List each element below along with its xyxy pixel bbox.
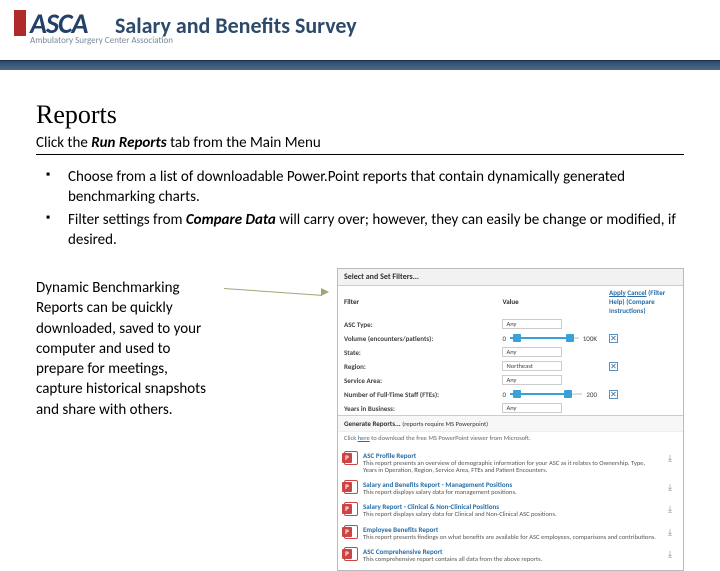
- volume-slider[interactable]: [510, 333, 579, 343]
- report-desc: This comprehensive report contains all d…: [363, 556, 658, 563]
- apply-link[interactable]: Apply: [609, 288, 626, 297]
- click-here-line: Click here to download the free MS Power…: [338, 432, 683, 444]
- arrow: [219, 268, 329, 571]
- powerpoint-icon[interactable]: [344, 451, 358, 465]
- powerpoint-icon[interactable]: [344, 502, 358, 516]
- fte-slider[interactable]: [510, 389, 582, 399]
- content: Reports Click the Run Reports tab from t…: [0, 70, 720, 571]
- download-icon[interactable]: ⤓: [663, 502, 677, 518]
- years-select[interactable]: Any: [502, 403, 562, 413]
- header: ASCA Ambulatory Surgery Center Associati…: [0, 0, 720, 70]
- slider-max: 200: [586, 390, 597, 399]
- download-icon[interactable]: ⤓: [663, 525, 677, 541]
- asc-type-select[interactable]: Any: [502, 319, 562, 329]
- subtitle: Click the Run Reports tab from the Main …: [36, 134, 684, 155]
- reports-panel: Select and Set Filters... Filter Value A…: [337, 268, 684, 571]
- slider-max: 100K: [583, 334, 597, 343]
- slide-title: Salary and Benefits Survey: [115, 12, 357, 39]
- download-icon[interactable]: ⤓: [663, 480, 677, 496]
- click-here-link[interactable]: here: [358, 434, 370, 442]
- filter-name: Years in Business:: [338, 401, 496, 415]
- fte-checkbox[interactable]: ✕: [609, 390, 618, 399]
- region-checkbox[interactable]: ✕: [609, 362, 618, 371]
- cancel-link[interactable]: Cancel: [627, 288, 646, 297]
- col-value: Value: [496, 286, 603, 317]
- report-row: Salary Report - Clinical & Non-Clinical …: [342, 499, 679, 521]
- subtitle-suffix: tab from the Main Menu: [167, 134, 321, 152]
- report-desc: This report displays salary data for Cli…: [363, 511, 658, 518]
- state-select[interactable]: Any: [502, 347, 562, 357]
- bullet-text: Filter settings from: [68, 211, 186, 229]
- region-select[interactable]: Northeast: [502, 361, 562, 371]
- caption: Dynamic Benchmarking Reports can be quic…: [36, 268, 211, 571]
- report-title[interactable]: ASC Comprehensive Report: [363, 547, 658, 556]
- header-rule: [0, 60, 720, 70]
- arrow-head-icon: [321, 288, 329, 296]
- filter-name: Number of Full-Time Staff (FTEs):: [338, 387, 496, 401]
- powerpoint-icon[interactable]: [344, 525, 358, 539]
- download-icon[interactable]: ⤓: [663, 547, 677, 563]
- filter-name: ASC Type:: [338, 317, 496, 331]
- filter-name: Volume (encounters/patients):: [338, 331, 496, 345]
- slider-min: 0: [502, 334, 506, 343]
- download-icon[interactable]: ⤓: [663, 451, 677, 474]
- col-filter: Filter: [338, 286, 496, 317]
- generate-heading-text: Generate Reports...: [344, 419, 401, 428]
- subtitle-em: Run Reports: [91, 134, 166, 152]
- filters-heading: Select and Set Filters...: [338, 269, 683, 286]
- bullet-em: Compare Data: [186, 211, 276, 229]
- volume-checkbox[interactable]: ✕: [609, 334, 618, 343]
- bullet-item: Choose from a list of downloadable Power…: [54, 167, 684, 208]
- report-row: Employee Benefits Report This report pre…: [342, 522, 679, 544]
- slider-min: 0: [502, 390, 506, 399]
- report-row: Salary and Benefits Report - Management …: [342, 477, 679, 499]
- filter-table: Filter Value Apply Cancel (Filter Help) …: [338, 286, 683, 415]
- report-desc: This report presents an overview of demo…: [363, 460, 658, 474]
- filter-name: Service Area:: [338, 373, 496, 387]
- report-list: ASC Profile Report This report presents …: [338, 444, 683, 570]
- generate-heading: Generate Reports... (reports require MS …: [338, 415, 683, 432]
- report-desc: This report displays salary data for man…: [363, 489, 658, 496]
- filter-name: Region:: [338, 359, 496, 373]
- service-area-select[interactable]: Any: [502, 375, 562, 385]
- generate-heading-note: (reports require MS Powerpoint): [402, 420, 488, 428]
- powerpoint-icon[interactable]: [344, 480, 358, 494]
- page-title: Reports: [36, 100, 684, 130]
- subtitle-prefix: Click the: [36, 134, 91, 152]
- filter-name: State:: [338, 345, 496, 359]
- powerpoint-icon[interactable]: [344, 547, 358, 561]
- report-row: ASC Profile Report This report presents …: [342, 448, 679, 477]
- bullet-text: Choose from a list of downloadable Power…: [68, 168, 625, 206]
- bullet-list: Choose from a list of downloadable Power…: [54, 167, 684, 250]
- lower-row: Dynamic Benchmarking Reports can be quic…: [36, 268, 684, 571]
- logo-accent: [14, 10, 26, 36]
- report-row: ASC Comprehensive Report This comprehens…: [342, 544, 679, 566]
- arrow-line: [224, 288, 322, 296]
- bullet-item: Filter settings from Compare Data will c…: [54, 210, 684, 251]
